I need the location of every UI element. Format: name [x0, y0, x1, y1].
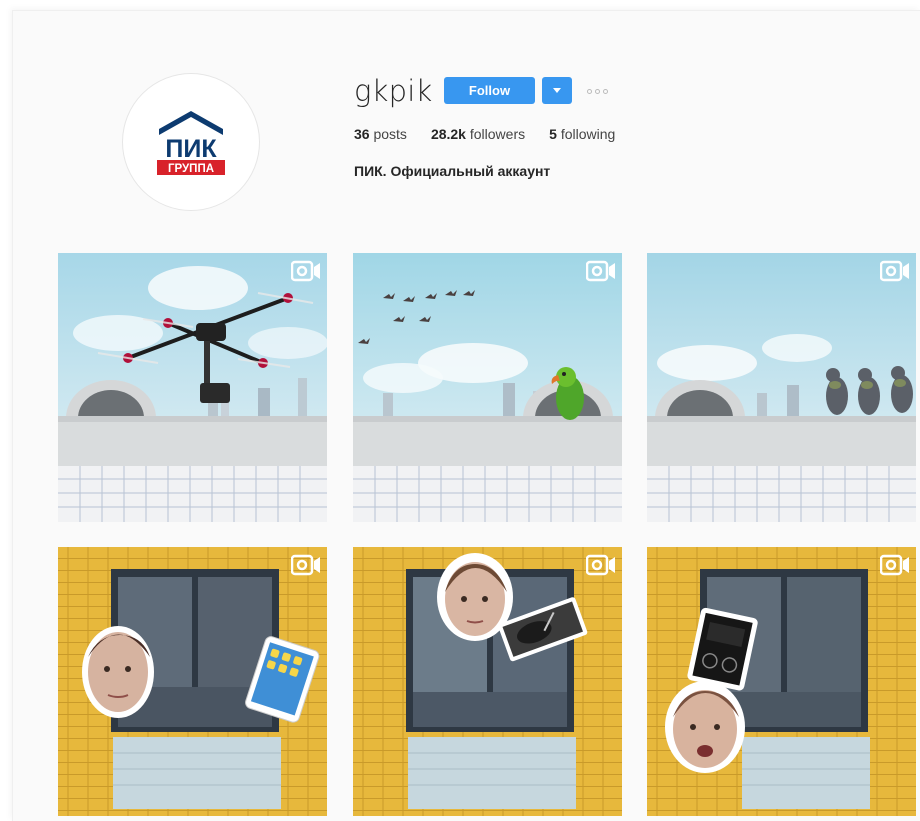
- logo-text-bottom: ГРУППА: [168, 163, 214, 175]
- video-camera-icon: [586, 554, 615, 576]
- profile-avatar[interactable]: ПИК ГРУППА: [122, 73, 260, 211]
- followers-stat[interactable]: 28.2k followers: [431, 126, 525, 142]
- post-thumbnail-window-turntable[interactable]: [353, 547, 622, 816]
- post-thumbnail-window-speaker[interactable]: [647, 547, 916, 816]
- parrot-rooftop-image: [353, 253, 622, 522]
- logo-text-top: ПИК: [165, 135, 217, 163]
- followers-label: followers: [469, 126, 526, 142]
- profile-full-name: ПИК. Официальный аккаунт: [354, 163, 551, 179]
- post-thumbnail-window-tablet[interactable]: [58, 547, 327, 816]
- pik-logo: ПИК ГРУППА: [157, 111, 225, 175]
- following-label: following: [560, 126, 616, 142]
- more-options-button[interactable]: [587, 86, 611, 96]
- profile-stats: 36 posts 28.2k followers 5 following: [354, 126, 639, 142]
- followers-count: 28.2k: [430, 126, 466, 142]
- pigeons-rooftop-image: [647, 253, 916, 522]
- dot-icon: [595, 88, 600, 94]
- window-speaker-image: [647, 547, 916, 816]
- suggestions-dropdown-button[interactable]: [542, 77, 572, 104]
- drone-rooftop-image: [58, 253, 327, 522]
- post-thumbnail-parrot[interactable]: [353, 253, 622, 522]
- follow-button[interactable]: Follow: [444, 77, 535, 104]
- dot-icon: [587, 88, 592, 94]
- posts-stat: 36 posts: [354, 126, 407, 142]
- video-camera-icon: [880, 554, 909, 576]
- caret-down-icon: [553, 87, 561, 93]
- profile-page: ПИК ГРУППА gkpik Follow 36 posts 28.2k f…: [12, 10, 920, 821]
- posts-label: posts: [373, 126, 407, 142]
- video-camera-icon: [291, 554, 320, 576]
- video-camera-icon: [291, 260, 320, 282]
- post-thumbnail-pigeons[interactable]: [647, 253, 916, 522]
- video-camera-icon: [586, 260, 615, 282]
- following-count: 5: [549, 126, 557, 142]
- profile-username: gkpik: [354, 74, 433, 108]
- window-tablet-image: [58, 547, 327, 816]
- following-stat[interactable]: 5 following: [549, 126, 615, 142]
- post-thumbnail-drone[interactable]: [58, 253, 327, 522]
- window-turntable-image: [353, 547, 622, 816]
- posts-count: 36: [354, 126, 370, 142]
- dot-icon: [603, 88, 608, 94]
- video-camera-icon: [880, 260, 909, 282]
